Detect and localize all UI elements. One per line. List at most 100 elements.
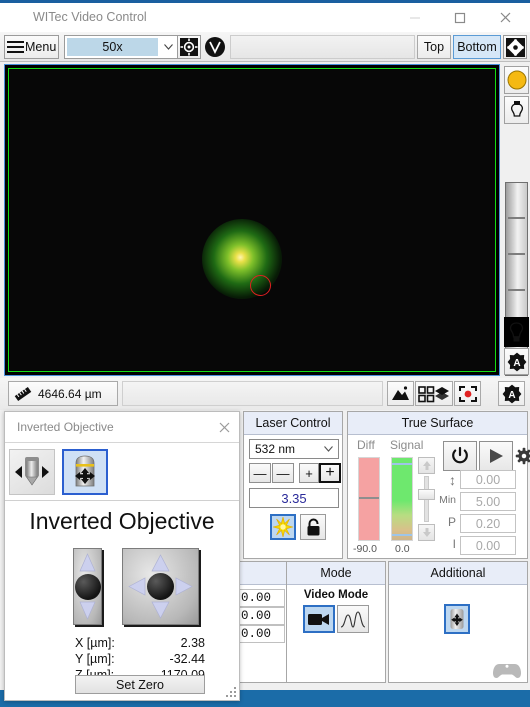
laser-control-panel: Laser Control 532 nm — — + + 3.35 — [243, 411, 343, 559]
xy-joystick[interactable] — [122, 548, 199, 625]
record-button[interactable] — [454, 381, 481, 406]
main-toolbar: Menu 50x Top Bottom — [0, 32, 530, 62]
settings-gear-button[interactable] — [503, 35, 527, 59]
measurement-value: 4646.64 µm — [38, 386, 102, 401]
inverted-objective-toolrow — [5, 442, 239, 501]
window-title: WITec Video Control — [33, 10, 147, 24]
laser-power-value[interactable]: 3.35 — [249, 488, 339, 508]
chevron-down-icon — [324, 445, 333, 454]
lightbulb-bottom-button[interactable] — [504, 317, 529, 347]
laser-wavelength-select[interactable]: 532 nm — [249, 439, 339, 459]
lamp-color-button[interactable] — [504, 66, 529, 94]
witec-video-control-window: WITec Video Control Menu 50x Top Bottom … — [0, 0, 530, 701]
laser-decrease-large-button[interactable]: — — [249, 463, 271, 483]
resize-grip[interactable] — [226, 687, 238, 699]
measurement-display[interactable]: 4646.64 µm — [8, 381, 118, 406]
hamburger-icon — [7, 38, 24, 55]
true-surface-title: True Surface — [348, 412, 527, 435]
coordinate-value[interactable]: 0.00 — [239, 607, 285, 625]
inverted-objective-window: Inverted Objective Inverted Objective X … — [4, 411, 240, 701]
z-joystick-knob[interactable] — [75, 574, 101, 600]
xy-joystick-knob[interactable] — [147, 573, 174, 600]
objective-xy-button[interactable] — [62, 449, 108, 495]
tiles-layers-button[interactable] — [415, 381, 453, 406]
menu-button-label: Menu — [25, 40, 57, 54]
i-field[interactable]: 0.00 — [460, 536, 516, 555]
minimize-button[interactable] — [392, 3, 437, 32]
toolbar-filler — [230, 35, 415, 59]
z-joystick[interactable] — [73, 548, 102, 625]
inverted-objective-titlebar: Inverted Objective — [5, 412, 239, 442]
min-field[interactable]: 5.00 — [460, 492, 516, 511]
objective-magnification-select[interactable]: 50x — [64, 35, 179, 59]
true-surface-power-button[interactable] — [443, 441, 477, 471]
mode-panel-title: Mode — [287, 562, 385, 585]
close-button[interactable] — [483, 3, 528, 32]
gamepad-icon[interactable] — [492, 661, 522, 686]
video-status-bar: 4646.64 µm A — [0, 378, 530, 410]
spectrum-mode-button[interactable] — [337, 605, 369, 633]
auto-illumination-button[interactable]: A — [504, 348, 529, 375]
illumination-strip: A — [502, 64, 530, 376]
true-surface-settings-button[interactable] — [515, 441, 530, 471]
range-field[interactable]: 0.00 — [460, 470, 516, 489]
objective-move-button[interactable] — [444, 604, 470, 634]
diff-value: -90.0 — [353, 543, 377, 555]
coordinates-panel: 0.00 0.00 0.00 — [236, 561, 292, 683]
objective-z-button[interactable] — [9, 449, 55, 495]
bottom-button[interactable]: Bottom — [453, 35, 501, 59]
x-axis-label: X [µm]: — [75, 636, 115, 650]
video-circle-button[interactable] — [203, 35, 227, 59]
objective-magnification-value: 50x — [67, 38, 158, 56]
close-icon[interactable] — [211, 416, 237, 438]
signal-value: 0.0 — [395, 543, 410, 555]
ruler-icon — [14, 386, 32, 402]
laser-lock-button[interactable] — [300, 514, 326, 540]
inverted-objective-heading: Inverted Objective — [29, 508, 215, 534]
laser-increase-small-button[interactable]: + — [299, 463, 319, 483]
video-mode-label: Video Mode — [303, 589, 369, 601]
diff-bar — [358, 457, 380, 541]
min-field-label: Min — [439, 494, 456, 506]
y-axis-value: -32.44 — [169, 652, 205, 666]
svg-text:A: A — [508, 390, 515, 401]
status-filler — [122, 381, 383, 406]
chevron-down-icon — [158, 36, 178, 58]
crosshair-marker — [249, 274, 271, 296]
laser-wavelength-value: 532 nm — [255, 442, 296, 456]
auto-button[interactable]: A — [498, 381, 525, 406]
video-view[interactable] — [4, 64, 500, 376]
menu-button[interactable]: Menu — [4, 35, 59, 59]
y-axis-label: Y [µm]: — [75, 652, 115, 666]
signal-label: Signal — [390, 438, 424, 452]
coordinate-value[interactable]: 0.00 — [239, 589, 285, 607]
target-icon-button[interactable] — [177, 35, 201, 59]
true-surface-play-button[interactable] — [479, 441, 513, 471]
p-field-label: P — [447, 515, 456, 529]
video-canvas[interactable] — [8, 68, 496, 372]
laser-control-title: Laser Control — [244, 412, 342, 435]
laser-increase-large-button[interactable]: + — [319, 463, 341, 483]
i-field-label: I — [452, 537, 456, 551]
desktop-background: WITec Video Control Menu 50x Top Bottom … — [0, 0, 530, 707]
range-field-label: ↕ — [449, 472, 456, 488]
video-mode-button[interactable] — [303, 605, 335, 633]
lightbulb-top-button[interactable] — [504, 96, 529, 124]
additional-panel-title: Additional — [389, 562, 527, 585]
laser-on-button[interactable] — [270, 514, 296, 540]
diff-label: Diff — [357, 438, 375, 452]
set-zero-button[interactable]: Set Zero — [75, 675, 205, 694]
laser-decrease-small-button[interactable]: — — [272, 463, 294, 483]
mode-panel: Mode Video Mode — [286, 561, 386, 683]
coordinate-value[interactable]: 0.00 — [239, 625, 285, 643]
inverted-objective-titlebar-title: Inverted Objective — [17, 420, 114, 434]
maximize-button[interactable] — [437, 3, 482, 32]
x-axis-value: 2.38 — [180, 636, 205, 650]
window-titlebar: WITec Video Control — [0, 3, 530, 32]
image-icon-button[interactable] — [387, 381, 414, 406]
signal-bar — [391, 457, 413, 541]
top-button[interactable]: Top — [417, 35, 451, 59]
true-surface-panel: True Surface Diff Signal -90.0 0.0 ↕ 0.0… — [347, 411, 530, 559]
coordinates-panel-title — [237, 562, 291, 585]
p-field[interactable]: 0.20 — [460, 514, 516, 533]
